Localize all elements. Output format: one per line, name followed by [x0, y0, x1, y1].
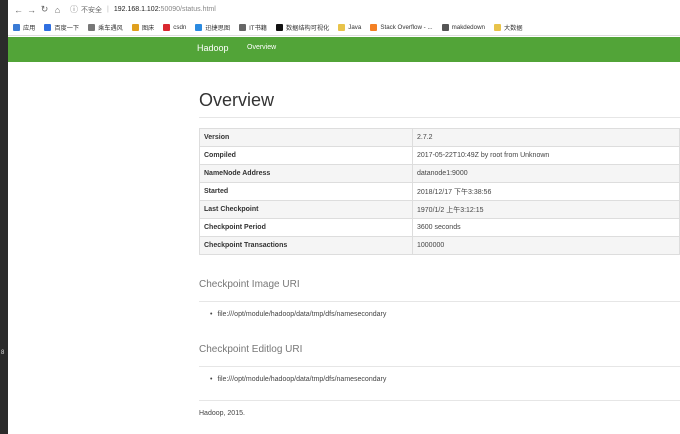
- navbar-brand[interactable]: Hadoop: [197, 43, 229, 53]
- row-value: 2017-05-22T10:49Z by root from Unknown: [412, 146, 680, 165]
- row-value: 2018/12/17 下午3:38:56: [412, 182, 680, 201]
- stackoverflow-icon: [370, 23, 378, 31]
- desktop-left-strip: 8: [0, 0, 8, 434]
- bookmark-label: 迅捷思图: [205, 24, 231, 32]
- table-row: NameNode Address datanode1:9000: [199, 164, 680, 183]
- image-uri-item: file:///opt/module/hadoop/data/tmp/dfs/n…: [210, 311, 386, 318]
- bookmark-item[interactable]: 数据结构可视化: [275, 23, 330, 32]
- overview-table: Version 2.7.2 Compiled 2017-05-22T10:49Z by…: [199, 128, 680, 255]
- bookmarks-bar: 应用 百度一下 乘车遇风 图床 csdn 迅捷思图 IT书籍 数据结构可视化 Java Stack…: [8, 19, 680, 36]
- url-bar[interactable]: ⓘ 不安全 | 192.168.1.102: 50090/status.html: [70, 4, 216, 15]
- bookmark-label: 应用: [23, 24, 36, 32]
- github-icon: [441, 23, 449, 31]
- footer-text: Hadoop, 2015.: [199, 410, 245, 417]
- editlog-uri-heading: Checkpoint Editlog URI: [199, 344, 303, 355]
- row-key: Compiled: [199, 146, 413, 165]
- back-arrow-icon[interactable]: ←: [12, 5, 25, 15]
- bookmark-label: csdn: [173, 23, 187, 31]
- row-key: Checkpoint Period: [199, 218, 413, 237]
- address-bar-row: ← → ↻ ⌂ ⓘ 不安全 | 192.168.1.102: 50090/sta…: [8, 0, 680, 19]
- url-host: 192.168.1.102:: [113, 6, 161, 13]
- nav-overview-link[interactable]: Overview: [247, 44, 276, 51]
- row-key: Started: [199, 182, 413, 201]
- bookmark-item[interactable]: IT书籍: [239, 23, 267, 32]
- bookmark-item[interactable]: 乘车遇风: [88, 23, 123, 32]
- table-row: Version 2.7.2: [199, 128, 680, 147]
- bookmark-item[interactable]: Java: [338, 23, 362, 31]
- mindmap-icon: [195, 23, 203, 31]
- url-path: 50090/status.html: [160, 6, 216, 13]
- table-row: Last Checkpoint 1970/1/2 上午3:12:15: [199, 200, 680, 219]
- row-key: Last Checkpoint: [199, 200, 413, 219]
- insecure-label: 不安全: [81, 6, 102, 14]
- bookmark-item[interactable]: makdedown: [441, 23, 485, 31]
- csdn-icon: [163, 23, 171, 31]
- cloud-icon: [88, 23, 96, 31]
- page-title: Overview: [199, 90, 275, 110]
- row-key: Version: [199, 128, 413, 147]
- bookmark-label: Java: [348, 23, 362, 31]
- row-value: 1000000: [412, 236, 680, 255]
- book-icon: [239, 23, 247, 31]
- bookmark-item[interactable]: Stack Overflow - ...: [370, 23, 433, 31]
- bookmark-label: 数据结构可视化: [285, 24, 330, 32]
- row-value: 3600 seconds: [412, 218, 680, 237]
- bookmark-item[interactable]: 图床: [131, 23, 155, 32]
- forward-arrow-icon[interactable]: →: [25, 5, 38, 15]
- bookmark-item[interactable]: 迅捷思图: [195, 23, 230, 32]
- row-value: 1970/1/2 上午3:12:15: [412, 200, 680, 219]
- row-value: 2.7.2: [412, 128, 680, 147]
- bookmark-item[interactable]: 大数据: [493, 23, 523, 32]
- info-icon[interactable]: ⓘ: [70, 4, 78, 15]
- folder-icon: [493, 23, 501, 31]
- bookmark-label: makdedown: [451, 23, 485, 31]
- bookmark-label: 乘车遇风: [98, 24, 123, 32]
- navbar: Hadoop Overview: [8, 37, 680, 62]
- bookmark-item[interactable]: 应用: [13, 23, 35, 32]
- bookmark-item[interactable]: 百度一下: [44, 23, 79, 32]
- row-key: NameNode Address: [199, 164, 413, 183]
- row-key: Checkpoint Transactions: [199, 236, 413, 255]
- divider: [199, 117, 680, 118]
- divider: [199, 400, 680, 401]
- table-row: Checkpoint Period 3600 seconds: [199, 218, 680, 237]
- divider: [199, 366, 680, 367]
- image-uri-heading: Checkpoint Image URI: [199, 279, 300, 290]
- bookmark-label: Stack Overflow - ...: [380, 23, 433, 31]
- reload-icon[interactable]: ↻: [38, 4, 51, 15]
- bookmark-label: 百度一下: [54, 24, 80, 32]
- table-row: Started 2018/12/17 下午3:38:56: [199, 182, 680, 201]
- image-icon: [131, 23, 139, 31]
- apps-icon: [13, 23, 20, 31]
- table-row: Compiled 2017-05-22T10:49Z by root from U…: [199, 146, 680, 165]
- row-value: datanode1:9000: [412, 164, 680, 183]
- ds-icon: [275, 23, 283, 31]
- bookmark-label: 大数据: [503, 24, 523, 32]
- bookmark-label: IT书籍: [249, 24, 267, 32]
- bookmark-label: 图床: [141, 24, 155, 32]
- bookmark-item[interactable]: csdn: [163, 23, 187, 31]
- home-icon[interactable]: ⌂: [51, 5, 64, 15]
- browser-chrome: ← → ↻ ⌂ ⓘ 不安全 | 192.168.1.102: 50090/sta…: [8, 0, 680, 36]
- folder-icon: [338, 23, 346, 31]
- table-row: Checkpoint Transactions 1000000: [199, 236, 680, 255]
- divider: [199, 301, 680, 302]
- editlog-uri-item: file:///opt/module/hadoop/data/tmp/dfs/n…: [210, 376, 386, 383]
- baidu-icon: [44, 23, 52, 31]
